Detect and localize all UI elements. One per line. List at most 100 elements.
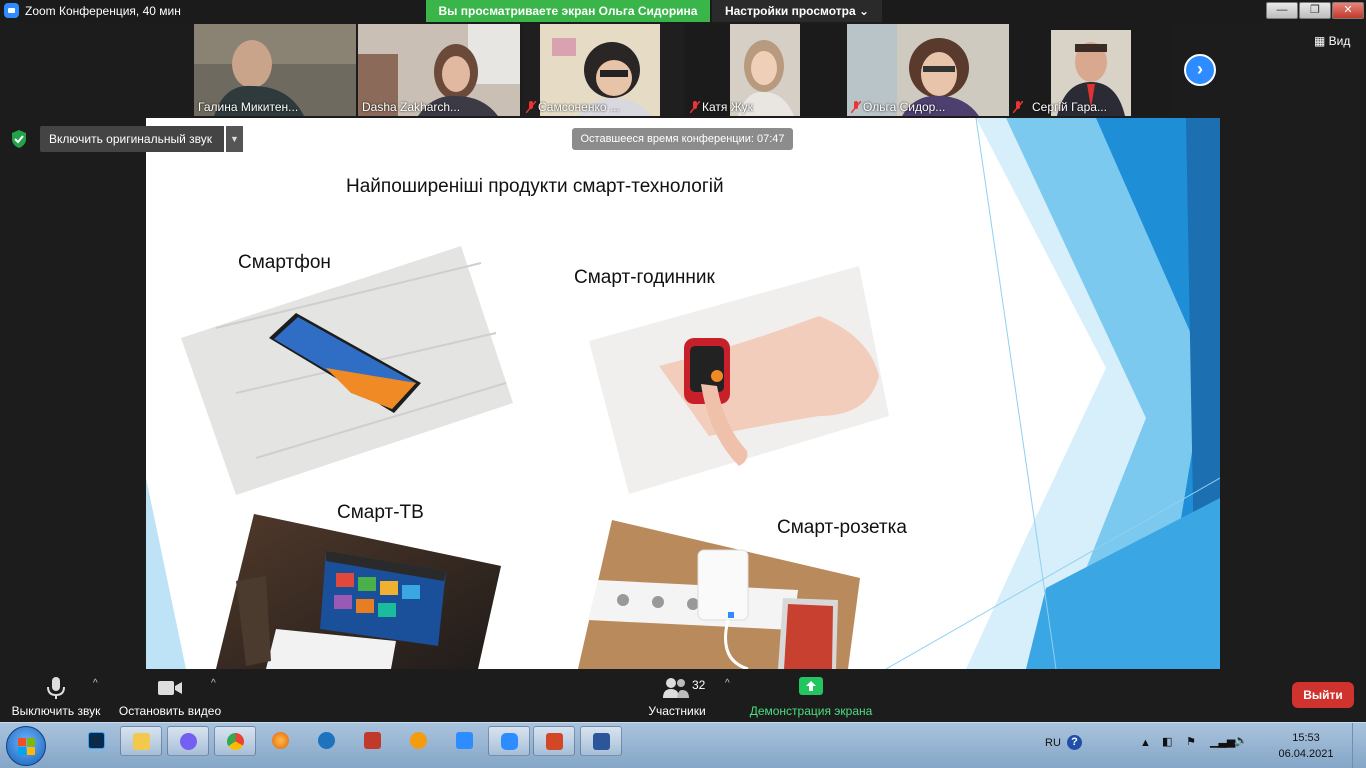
chrome-icon bbox=[227, 733, 244, 750]
microphone-icon bbox=[47, 677, 65, 699]
participant-name: Ольга Сидор... bbox=[863, 100, 946, 114]
taskbar-media-player[interactable] bbox=[398, 726, 440, 756]
participant-name: Самсоненко ... bbox=[538, 100, 620, 114]
mute-label: Выключить звук bbox=[11, 704, 101, 718]
taskbar-chrome[interactable] bbox=[214, 726, 256, 756]
participant-tile[interactable]: Катя Жук bbox=[686, 24, 848, 116]
taskbar-app-red[interactable] bbox=[352, 726, 394, 756]
action-center-flag-icon[interactable]: ⚑ bbox=[1186, 735, 1196, 748]
leave-meeting-button[interactable]: Выйти bbox=[1292, 682, 1354, 708]
taskbar-word[interactable] bbox=[580, 726, 622, 756]
chevron-down-icon: ⌄ bbox=[858, 4, 870, 18]
video-camera-icon bbox=[158, 681, 182, 695]
taskbar-explorer[interactable] bbox=[120, 726, 162, 756]
muted-microphone-icon bbox=[1013, 101, 1023, 113]
meeting-toolbar: Выключить звук ^ Остановить видео ^ 32 У… bbox=[0, 670, 1366, 722]
title-bar: Zoom Конференция, 40 мин Вы просматривае… bbox=[0, 0, 1366, 22]
volume-icon[interactable]: 🔈 bbox=[1234, 734, 1248, 747]
original-sound-menu-button[interactable]: ▼ bbox=[226, 126, 243, 152]
participant-tile[interactable]: Сергій Гара... bbox=[1009, 24, 1171, 116]
clock-time: 15:53 bbox=[1292, 732, 1320, 744]
encryption-shield-icon[interactable] bbox=[10, 129, 28, 149]
firefox-icon bbox=[272, 732, 289, 749]
share-screen-label: Демонстрация экрана bbox=[749, 704, 873, 718]
show-hidden-icons-icon[interactable]: ▲ bbox=[1140, 737, 1151, 749]
view-options-button[interactable]: Настройки просмотра ⌄ bbox=[712, 0, 882, 22]
powerpoint-icon bbox=[546, 733, 563, 750]
time-remaining-notice: Оставшееся время конференции: 07:47 bbox=[572, 128, 793, 150]
zoom-app-icon bbox=[4, 3, 19, 18]
viber-icon bbox=[180, 733, 197, 750]
shared-screen: Найпоширеніші продукти смарт-технологій … bbox=[146, 118, 1220, 669]
play-icon bbox=[410, 732, 427, 749]
participant-tile[interactable]: Галина Микитен... bbox=[194, 24, 356, 116]
taskbar-viber[interactable] bbox=[167, 726, 209, 756]
network-icon bbox=[456, 732, 473, 749]
window-title: Zoom Конференция, 40 мин bbox=[25, 4, 181, 18]
video-options-caret[interactable]: ^ bbox=[211, 678, 216, 689]
view-options-label: Настройки просмотра bbox=[724, 4, 856, 18]
mute-button[interactable]: Выключить звук bbox=[6, 676, 106, 718]
stop-video-label: Остановить видео bbox=[118, 704, 222, 718]
presentation-app-icon bbox=[364, 732, 381, 749]
zoom-icon bbox=[501, 733, 518, 750]
windows-logo-icon bbox=[18, 738, 35, 755]
participant-tile[interactable]: Dasha Zakharch... bbox=[358, 24, 520, 116]
smart-tv-photo bbox=[216, 514, 501, 669]
muted-microphone-icon bbox=[526, 101, 536, 113]
system-clock[interactable]: 15:53 06.04.2021 bbox=[1276, 730, 1336, 762]
smartphone-photo bbox=[181, 246, 513, 495]
chevron-down-icon: ▼ bbox=[230, 134, 239, 144]
participants-label: Участники bbox=[648, 704, 706, 718]
participant-name: Сергій Гара... bbox=[1032, 100, 1107, 114]
lightning-icon bbox=[318, 732, 335, 749]
audio-options-caret[interactable]: ^ bbox=[93, 678, 98, 689]
next-page-button[interactable]: › bbox=[1184, 54, 1216, 86]
smart-socket-photo bbox=[578, 520, 860, 669]
minimize-button[interactable]: — bbox=[1266, 2, 1298, 19]
folder-icon bbox=[133, 733, 150, 750]
windows-taskbar: RU ? ▲ ◧ ⚑ ▁▃▅ 🔈 15:53 06.04.2021 bbox=[0, 722, 1366, 768]
show-desktop-button[interactable] bbox=[1352, 723, 1366, 768]
zoom-meeting-window: Zoom Конференция, 40 мин Вы просматривае… bbox=[0, 0, 1366, 768]
original-sound-button[interactable]: Включить оригинальный звук bbox=[40, 126, 224, 152]
view-mode-label: Вид bbox=[1328, 34, 1351, 48]
participant-tile[interactable]: Самсоненко ... bbox=[522, 24, 684, 116]
participants-button[interactable]: 32 Участники bbox=[636, 676, 718, 718]
close-icon: ✕ bbox=[1343, 4, 1353, 16]
restore-button[interactable]: ❐ bbox=[1299, 2, 1331, 19]
grid-view-icon: ▦ bbox=[1314, 34, 1329, 48]
taskbar-photoshop[interactable] bbox=[76, 726, 118, 756]
word-icon bbox=[593, 733, 610, 750]
view-mode-button[interactable]: ▦ Вид bbox=[1314, 34, 1350, 48]
start-button[interactable] bbox=[6, 726, 46, 766]
participant-name: Dasha Zakharch... bbox=[362, 100, 461, 114]
participant-name: Галина Микитен... bbox=[198, 100, 299, 114]
tray-app-icon[interactable]: ◧ bbox=[1162, 735, 1172, 748]
taskbar-firefox[interactable] bbox=[260, 726, 302, 756]
participant-tile[interactable]: Ольга Сидор... bbox=[847, 24, 1009, 116]
minimize-icon: — bbox=[1276, 4, 1288, 16]
close-button[interactable]: ✕ bbox=[1332, 2, 1364, 19]
photoshop-icon bbox=[88, 732, 105, 749]
participants-icon bbox=[663, 678, 689, 698]
participants-options-caret[interactable]: ^ bbox=[725, 678, 730, 689]
taskbar-powerpoint[interactable] bbox=[533, 726, 575, 756]
help-icon[interactable]: ? bbox=[1067, 735, 1082, 750]
taskbar-app-network[interactable] bbox=[444, 726, 486, 756]
taskbar-app-bolt[interactable] bbox=[306, 726, 348, 756]
restore-icon: ❐ bbox=[1310, 4, 1320, 16]
taskbar-zoom[interactable] bbox=[488, 726, 530, 756]
muted-microphone-icon bbox=[690, 101, 700, 113]
stop-video-button[interactable]: Остановить видео bbox=[114, 676, 226, 718]
participants-count: 32 bbox=[692, 678, 706, 692]
participant-gallery: Галина Микитен... Dasha Zakharch... Самс… bbox=[194, 24, 1171, 116]
network-signal-icon[interactable]: ▁▃▅ bbox=[1210, 735, 1235, 748]
share-screen-button[interactable]: Демонстрация экрана bbox=[746, 676, 876, 718]
clock-date: 06.04.2021 bbox=[1278, 748, 1334, 760]
slide-title: Найпоширеніші продукти смарт-технологій bbox=[346, 176, 724, 197]
share-screen-icon bbox=[799, 677, 823, 695]
screen-share-banner: Вы просматриваете экран Ольга Сидорина bbox=[426, 0, 710, 22]
language-indicator[interactable]: RU bbox=[1045, 737, 1061, 749]
muted-microphone-icon bbox=[851, 101, 861, 113]
